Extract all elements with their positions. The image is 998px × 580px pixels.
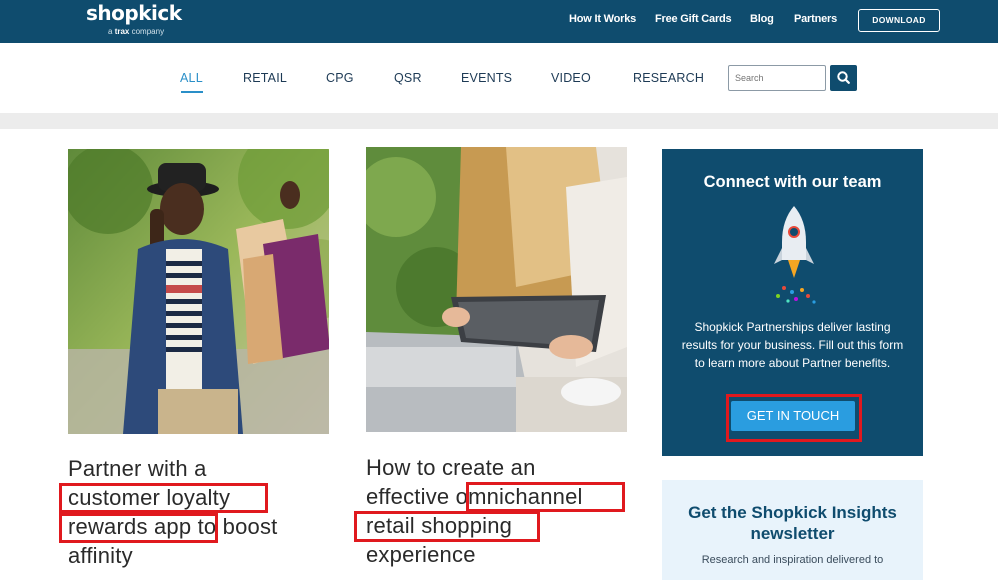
newsletter-panel: Get the Shopkick Insights newsletter Res…	[662, 480, 923, 580]
category-tab-retail[interactable]: RETAIL	[243, 71, 287, 85]
nav-link-partners[interactable]: Partners	[794, 13, 837, 25]
connect-description: Shopkick Partnerships deliver lasting re…	[681, 320, 904, 370]
article-title-1-line: rewards app to boost	[68, 514, 278, 539]
get-in-touch-button[interactable]: GET IN TOUCH	[731, 401, 855, 431]
tablet-photo	[366, 147, 627, 432]
logo-tagline: a trax company	[108, 27, 182, 36]
download-button[interactable]: DOWNLOAD	[858, 9, 940, 32]
category-tab-cpg[interactable]: CPG	[326, 71, 354, 85]
newsletter-subtitle: Research and inspiration delivered to	[701, 554, 884, 566]
newsletter-title: Get the Shopkick Insights newsletter	[688, 503, 897, 543]
article-title-1[interactable]: Partner with a customer loyalty rewards …	[68, 454, 277, 570]
article-title-1-line: affinity	[68, 543, 133, 568]
article-title-2[interactable]: How to create an effective omnichannel r…	[366, 453, 583, 569]
active-tab-underline	[181, 91, 203, 93]
nav-link-free-gift-cards[interactable]: Free Gift Cards	[655, 13, 732, 25]
category-tab-video[interactable]: VIDEO	[551, 71, 591, 85]
search-icon	[837, 71, 850, 84]
shopper-photo	[68, 149, 329, 434]
logo-tagline-prefix: a	[108, 27, 113, 36]
category-tab-all[interactable]: ALL	[180, 71, 203, 85]
nav-link-how-it-works[interactable]: How It Works	[569, 13, 636, 25]
article-title-1-line: Partner with a	[68, 456, 207, 481]
category-tab-research[interactable]: RESEARCH	[633, 71, 704, 85]
connect-panel: Connect with our team Shopkick Partnersh…	[662, 149, 923, 456]
nav-link-blog[interactable]: Blog	[750, 13, 774, 25]
article-title-2-line: experience	[366, 542, 476, 567]
category-nav: ALL RETAIL CPG QSR EVENTS VIDEO RESEARCH	[0, 43, 998, 113]
article-title-2-line: effective omnichannel	[366, 484, 583, 509]
article-title-2-line: retail shopping	[366, 513, 513, 538]
top-navbar: shopkick a trax company How It Works Fre…	[0, 0, 998, 43]
logo-wordmark: shopkick	[86, 1, 182, 25]
connect-title: Connect with our team	[703, 173, 882, 191]
search-input[interactable]	[728, 65, 826, 91]
rocket-icon	[774, 206, 816, 304]
article-title-2-line: How to create an	[366, 455, 536, 480]
category-tab-qsr[interactable]: QSR	[394, 71, 422, 85]
search-button[interactable]	[830, 65, 857, 91]
section-divider	[0, 113, 998, 129]
article-image-tablet[interactable]	[366, 147, 627, 432]
article-image-shopper[interactable]	[68, 149, 329, 434]
category-tab-events[interactable]: EVENTS	[461, 71, 512, 85]
logo-tagline-brand: trax	[114, 27, 130, 36]
logo-tagline-suffix: company	[131, 27, 165, 36]
article-title-1-line: customer loyalty	[68, 485, 231, 510]
shopkick-logo[interactable]: shopkick a trax company	[86, 1, 182, 36]
